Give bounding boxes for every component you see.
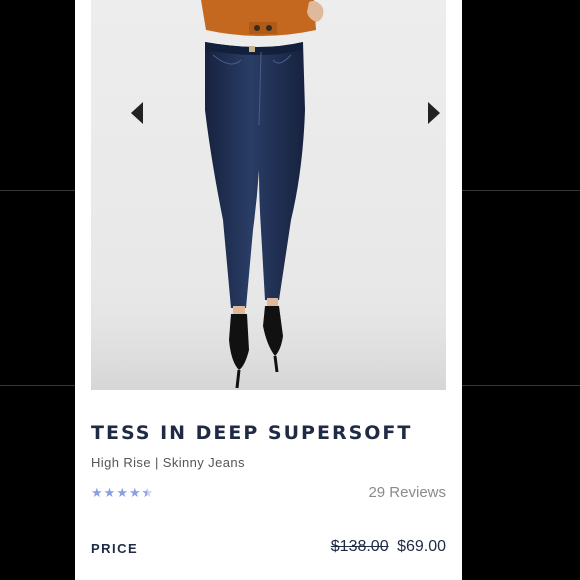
star-full-icon: ★ xyxy=(103,485,116,500)
product-card: TESS IN DEEP SUPERSOFT High Rise | Skinn… xyxy=(75,0,462,580)
product-title: TESS IN DEEP SUPERSOFT xyxy=(91,422,413,444)
star-full-icon: ★ xyxy=(116,485,128,500)
star-half-icon: ★ xyxy=(142,486,154,499)
price-label: PRICE xyxy=(91,541,139,556)
rating-stars[interactable]: ★ ★ ★ ★ ★ xyxy=(91,486,153,499)
caret-left-icon xyxy=(131,102,143,124)
star-full-icon: ★ xyxy=(91,485,103,500)
caret-right-icon xyxy=(428,102,440,124)
next-image-button[interactable] xyxy=(423,100,445,126)
star-full-icon: ★ xyxy=(128,485,141,500)
product-image[interactable] xyxy=(91,0,446,390)
product-subtitle: High Rise | Skinny Jeans xyxy=(91,455,245,470)
price-box: $138.00 $69.00 xyxy=(331,538,446,556)
model-photo xyxy=(91,0,446,390)
reviews-link[interactable]: 29 Reviews xyxy=(368,484,446,501)
sale-price: $69.00 xyxy=(397,538,446,555)
original-price: $138.00 xyxy=(330,538,389,555)
previous-image-button[interactable] xyxy=(126,100,148,126)
